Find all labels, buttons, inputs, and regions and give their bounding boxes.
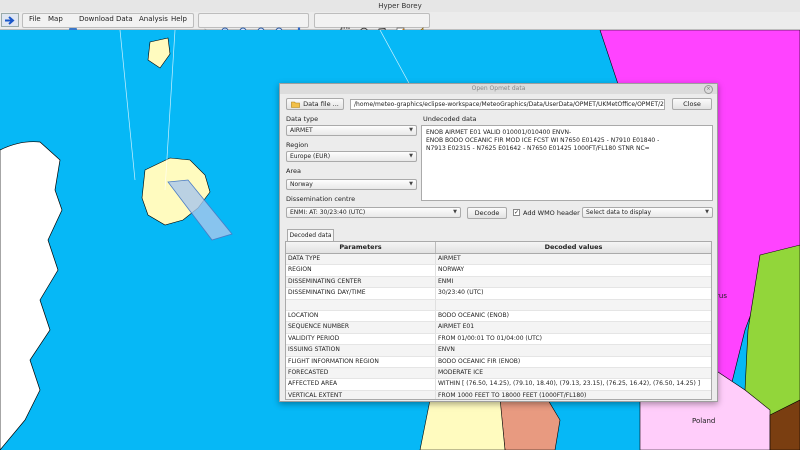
chevron-down-icon: ▼ (409, 181, 413, 187)
decode-button[interactable]: Decode (467, 207, 507, 219)
table-row[interactable]: VALIDITY PERIOD FROM 01/00:01 TO 01/04:00… (286, 333, 711, 346)
table-cell-parameter: SEQUENCE NUMBER (286, 322, 436, 333)
add-wmo-checkbox[interactable]: ✓ (513, 209, 520, 216)
table-cell-value: BODO OCEANIC (ENOB) (438, 311, 509, 319)
table-row[interactable] (286, 299, 711, 311)
data-type-value: AIRMET (290, 127, 313, 134)
table-cell-parameter: LOCATION (286, 310, 436, 322)
table-row[interactable]: SEQUENCE NUMBER AIRMET E01 (286, 322, 711, 334)
table-cell-parameter: ISSUING STATION (286, 345, 436, 356)
region-select[interactable]: Europe (EUR) ▼ (286, 151, 417, 162)
select-display-value: Select data to display (586, 209, 652, 216)
table-cell-parameter: DISSEMINATING DAY/TIME (286, 288, 436, 299)
table-cell-value: ENVN (438, 346, 455, 354)
chevron-down-icon: ▼ (705, 209, 709, 215)
data-type-select[interactable]: AIRMET ▼ (286, 125, 417, 136)
table-row[interactable]: DATA TYPE AIRMET (286, 254, 711, 266)
map-label-poland: Poland (692, 417, 716, 425)
table-cell-parameter: DATA TYPE (286, 254, 436, 265)
column-header-parameters[interactable]: Parameters (286, 242, 436, 253)
table-cell-value: WITHIN [ (76.50, 14.25), (79.10, 18.40),… (438, 380, 701, 388)
table-row[interactable]: REGION NORWAY (286, 265, 711, 277)
data-file-label: Data file ... (303, 100, 339, 108)
table-row[interactable]: ISSUING STATION ENVN (286, 345, 711, 357)
table-header: Parameters Decoded values (286, 242, 711, 254)
menu-analysis[interactable]: Analysis (139, 15, 168, 23)
dissemination-value: ENMI: AT: 30/23:40 (UTC) (290, 209, 366, 216)
table-cell-parameter: REGION (286, 265, 436, 276)
table-cell-parameter: FLIGHT INFORMATION REGION (286, 356, 436, 367)
dialog-title: Open Opmet data (471, 85, 526, 92)
select-display-combo[interactable]: Select data to display ▼ (582, 207, 713, 218)
main-toolbar: File Map Download Data Analysis Help (0, 12, 800, 37)
table-row[interactable]: FORECASTED MODERATE ICE (286, 367, 711, 380)
table-cell-value: MODERATE ICE (438, 368, 483, 376)
menu-download[interactable]: Download (79, 15, 114, 23)
table-row[interactable]: AFFECTED AREA WITHIN [ (76.50, 14.25), (7… (286, 379, 711, 391)
folder-icon (291, 101, 300, 108)
table-cell-value: FROM 1000 FEET TO 18000 FEET (1000FT/FL1… (438, 391, 587, 399)
chevron-down-icon: ▼ (409, 153, 413, 159)
column-header-decoded-values[interactable]: Decoded values (436, 242, 711, 253)
add-wmo-label: Add WMO header (523, 209, 580, 217)
region-value: Europe (EUR) (290, 153, 331, 160)
close-button[interactable]: Close (672, 98, 712, 110)
data-file-button[interactable]: Data file ... (286, 98, 344, 110)
table-row[interactable]: FLIGHT INFORMATION REGION BODO OCEANIC FI… (286, 356, 711, 368)
table-cell-parameter (286, 299, 436, 310)
table-cell-parameter: FORECASTED (286, 367, 436, 379)
forward-arrow-button[interactable] (1, 13, 19, 27)
table-cell-value: FROM 01/00:01 TO 01/04:00 (UTC) (438, 334, 543, 342)
area-select[interactable]: Norway ▼ (286, 179, 417, 190)
arrow-right-icon (5, 15, 15, 25)
table-cell-parameter: DISSEMINATING CENTER (286, 276, 436, 288)
table-body: DATA TYPE AIRMET REGION NORWAY DISSEMINATING… (286, 254, 711, 399)
table-cell-value: ENMI (438, 277, 454, 285)
table-row[interactable]: VERTICAL EXTENT FROM 1000 FEET TO 18000 F… (286, 390, 711, 399)
menu-data[interactable]: Data (116, 15, 133, 23)
file-path-field[interactable]: /home/meteo-graphics/eclipse-workspace/M… (350, 99, 665, 110)
table-cell-value: AIRMET (438, 255, 461, 262)
menu-file[interactable]: File (29, 15, 41, 23)
area-label: Area (286, 167, 301, 175)
table-cell-value (436, 300, 711, 310)
table-cell-parameter: VERTICAL EXTENT (286, 390, 436, 399)
table-cell-parameter: AFFECTED AREA (286, 379, 436, 390)
dialog-title-bar[interactable]: Open Opmet data × (280, 84, 717, 94)
table-cell-value: BODO OCEANIC FIR (ENOB) (438, 357, 521, 365)
data-type-label: Data type (286, 115, 319, 123)
chevron-down-icon: ▼ (409, 127, 413, 133)
chevron-down-icon: ▼ (453, 209, 457, 215)
undecoded-label: Undecoded data (423, 115, 477, 123)
table-cell-value: 30/23:40 (UTC) (438, 289, 484, 297)
undecoded-textarea[interactable]: ENOB AIRMET E01 VALID 010001/010400 ENVN… (421, 125, 713, 201)
menu-map[interactable]: Map (48, 15, 63, 23)
table-row[interactable]: DISSEMINATING DAY/TIME 30/23:40 (UTC) (286, 288, 711, 300)
decoded-data-table: Parameters Decoded values DATA TYPE AIRME… (285, 241, 712, 400)
area-value: Norway (290, 181, 313, 188)
dialog-close-icon[interactable]: × (704, 85, 713, 94)
dissemination-label: Dissemination centre (286, 195, 356, 203)
table-row[interactable]: DISSEMINATING CENTER ENMI (286, 276, 711, 289)
app-title: Hyper Borey (378, 2, 422, 10)
table-cell-value: NORWAY (438, 266, 465, 274)
menu-help[interactable]: Help (171, 15, 187, 23)
table-cell-parameter: VALIDITY PERIOD (286, 333, 436, 345)
table-row[interactable]: LOCATION BODO OCEANIC (ENOB) (286, 310, 711, 323)
table-cell-value: AIRMET E01 (438, 323, 475, 331)
dissemination-select[interactable]: ENMI: AT: 30/23:40 (UTC) ▼ (286, 207, 461, 218)
region-label: Region (286, 141, 309, 149)
